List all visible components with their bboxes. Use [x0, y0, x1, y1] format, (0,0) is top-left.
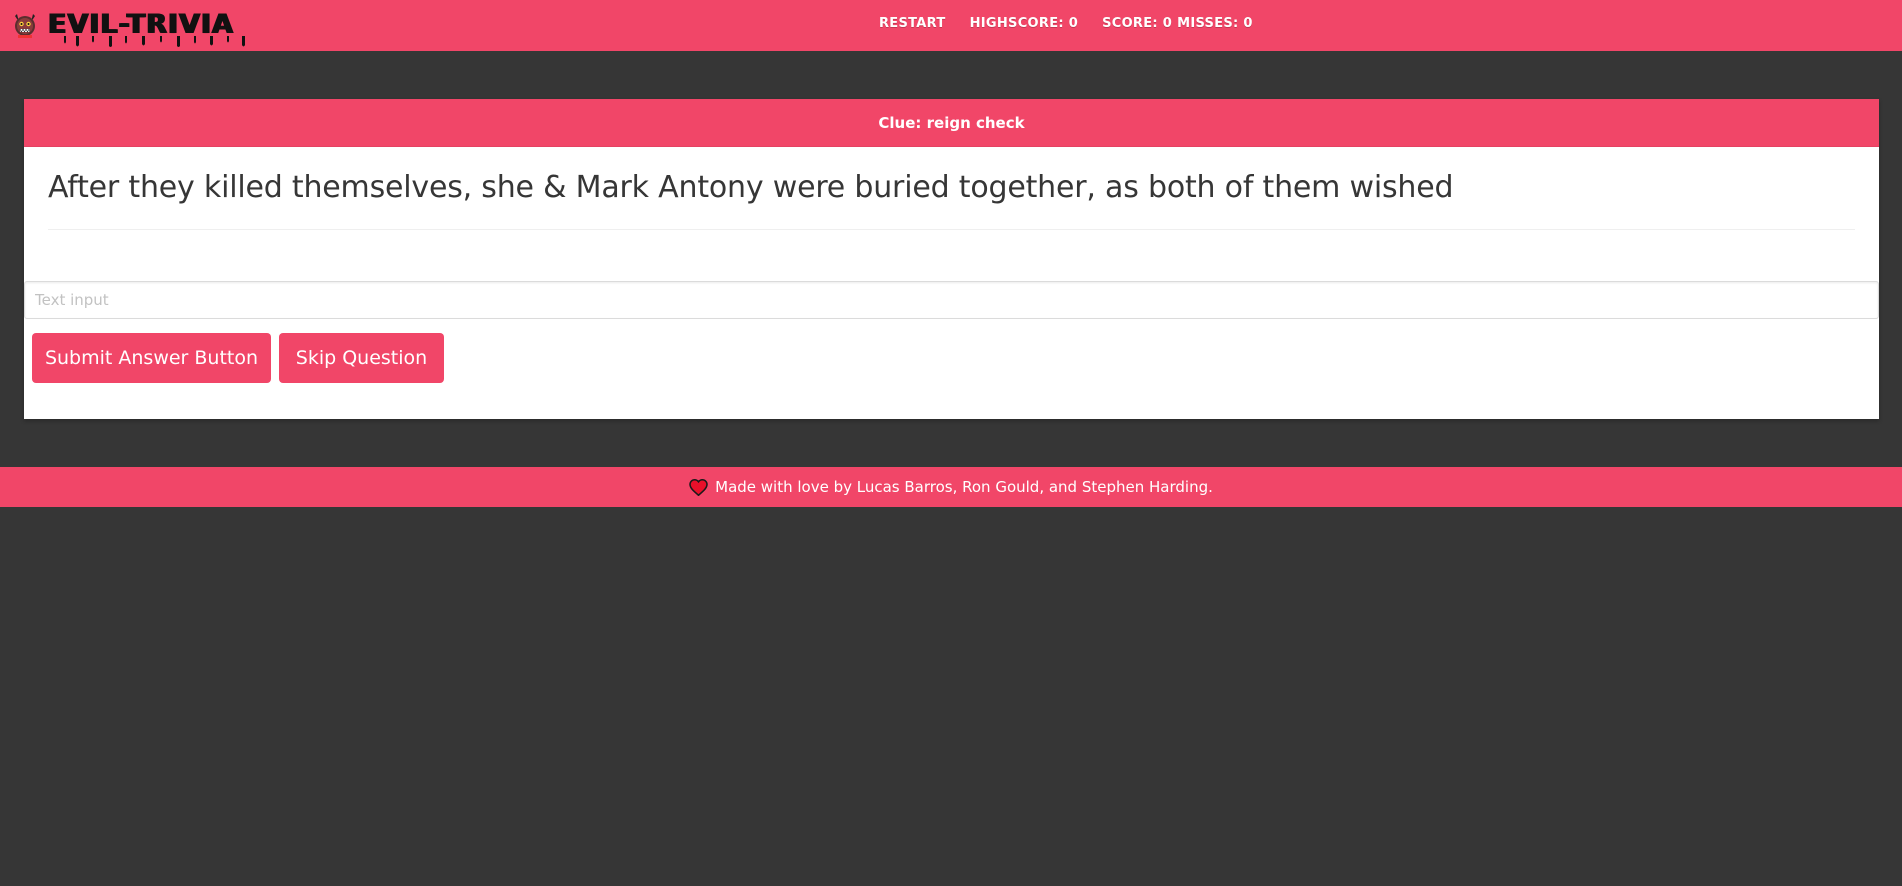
restart-link[interactable]: RESTART — [879, 16, 946, 31]
score-display: SCORE: 0 — [1102, 15, 1173, 31]
blood-drips-decoration — [64, 36, 245, 47]
top-navbar: EVIL-TRIVIA RESTART HIGHSCORE: 0 SCORE: … — [0, 0, 1902, 51]
brand-logo[interactable]: EVIL-TRIVIA — [10, 9, 245, 47]
question-card: Clue: reign check After they killed them… — [24, 99, 1879, 419]
heart-icon — [689, 478, 708, 496]
question-text: After they killed themselves, she & Mark… — [48, 170, 1454, 205]
demon-mascot-icon — [10, 10, 40, 40]
misses-display: MISSES: 0 — [1177, 15, 1253, 31]
footer: Made with love by Lucas Barros, Ron Goul… — [0, 467, 1902, 507]
footer-credits: Made with love by Lucas Barros, Ron Goul… — [715, 478, 1213, 496]
clue-header: Clue: reign check — [24, 99, 1879, 147]
skip-question-button[interactable]: Skip Question — [279, 333, 444, 383]
answer-input[interactable] — [24, 281, 1879, 319]
highscore-display: HIGHSCORE: 0 — [969, 15, 1079, 31]
submit-answer-button[interactable]: Submit Answer Button — [32, 333, 271, 383]
question-divider — [48, 229, 1855, 230]
clue-text: Clue: reign check — [878, 113, 1025, 132]
nav-menu: RESTART HIGHSCORE: 0 SCORE: 0 MISSES: 0 — [879, 13, 1253, 33]
